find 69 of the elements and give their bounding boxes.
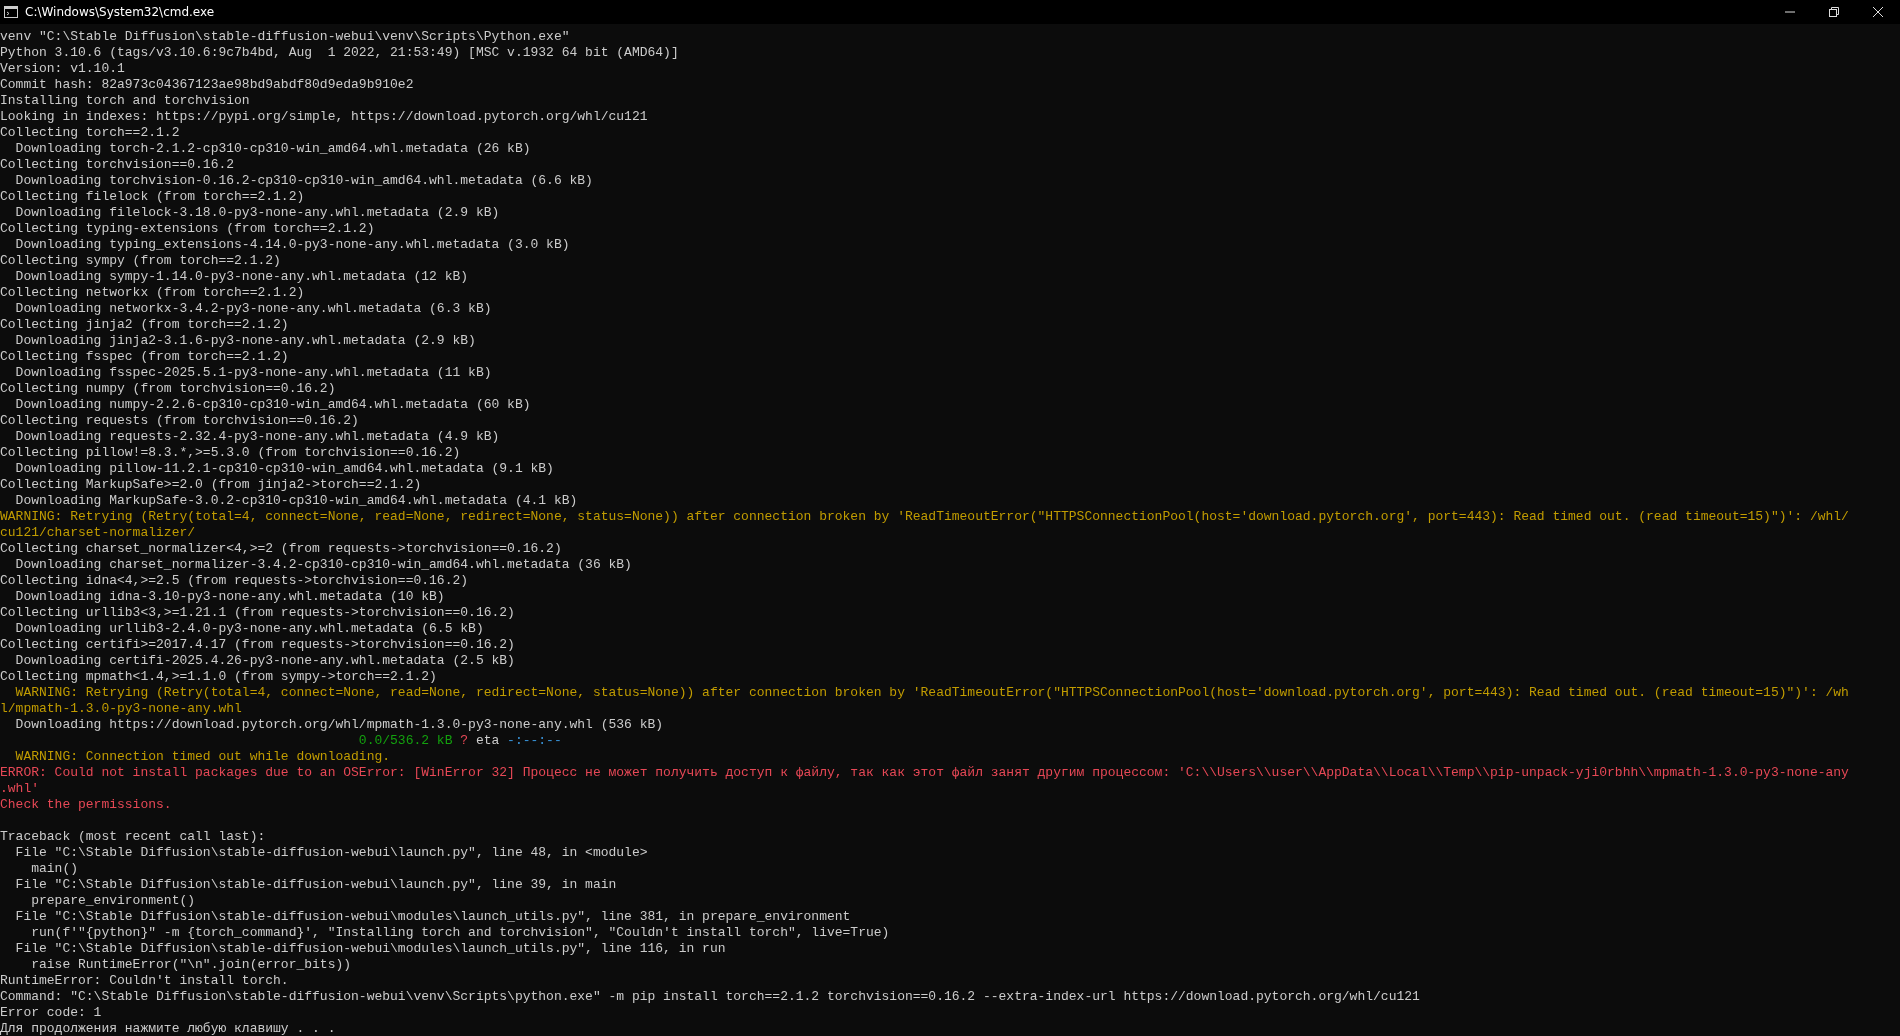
warning-line: l/mpmath-1.3.0-py3-none-any.whl (0, 701, 242, 716)
console-line: Downloading torchvision-0.16.2-cp310-cp310-win_amd64.whl.metadata (6.6 kB) (14, 173, 593, 188)
console-line: Installing torch and torchvision (0, 93, 250, 108)
console-line: Collecting pillow!=8.3.*,>=5.3.0 (from torchvision==0.16.2) (0, 445, 461, 460)
close-icon[interactable] (1872, 6, 1884, 18)
progress-amount: 0.0/536.2 kB (358, 733, 453, 749)
console-line: Downloading idna-3.10-py3-none-any.whl.metadata (10 kB) (14, 589, 445, 604)
console-line: File "C:\Stable Diffusion\stable-diffusion-webui\launch.py", line 48, in <module> (14, 845, 648, 860)
console-line: Error code: 1 (0, 1005, 102, 1020)
console-line: Downloading https://download.pytorch.org/whl/mpmath-1.3.0-py3-none-any.whl (536 kB) (14, 717, 664, 732)
eta-time: -:--:-- (507, 733, 562, 749)
console-line: Downloading fsspec-2025.5.1-py3-none-any.whl.metadata (11 kB) (14, 365, 492, 380)
console-line: prepare_environment() (30, 893, 196, 908)
warning-line: WARNING: Connection timed out while downloading. (14, 749, 391, 764)
window-title: C:\Windows\System32\cmd.exe (25, 5, 215, 19)
console-line: Collecting requests (from torchvision==0.16.2) (0, 413, 359, 428)
console-line: Downloading sympy-1.14.0-py3-none-any.whl.metadata (12 kB) (14, 269, 469, 284)
console-line: Collecting torch==2.1.2 (0, 125, 180, 140)
error-line: Check the permissions. (0, 797, 172, 812)
console-line: Collecting idna<4,>=2.5 (from requests->torchvision==0.16.2) (0, 573, 469, 588)
console-line: File "C:\Stable Diffusion\stable-diffusion-webui\modules\launch_utils.py", line 116, in run (14, 941, 726, 956)
console-line: Downloading typing_extensions-4.14.0-py3-none-any.whl.metadata (3.0 kB) (14, 237, 570, 252)
console-line: Downloading charset_normalizer-3.4.2-cp310-cp310-win_amd64.whl.metadata (36 kB) (14, 557, 632, 572)
console-line: Downloading jinja2-3.1.6-py3-none-any.whl.metadata (2.9 kB) (14, 333, 476, 348)
console-line: Collecting fsspec (from torch==2.1.2) (0, 349, 289, 364)
console-line: Collecting MarkupSafe>=2.0 (from jinja2->torch==2.1.2) (0, 477, 422, 492)
console-line: Command: "C:\Stable Diffusion\stable-diffusion-webui\venv\Scripts\python.exe" -m pip install torch==2.1.2 torchvision==0.16.2 --extra-index-url https://download.pytorch.org/whl/cu121 (0, 989, 1420, 1004)
console-icon (4, 6, 18, 18)
console-line: RuntimeError: Couldn't install torch. (0, 973, 289, 988)
console-line: Downloading networkx-3.4.2-py3-none-any.whl.metadata (6.3 kB) (14, 301, 492, 316)
console-line: Collecting filelock (from torch==2.1.2) (0, 189, 305, 204)
console-line: Version: v1.10.1 (0, 61, 125, 76)
console-line: Collecting jinja2 (from torch==2.1.2) (0, 317, 289, 332)
console-line: Downloading urllib3-2.4.0-py3-none-any.whl.metadata (6.5 kB) (14, 621, 484, 636)
console-line: Collecting sympy (from torch==2.1.2) (0, 253, 281, 268)
console-line: Downloading torch-2.1.2-cp310-cp310-win_amd64.whl.metadata (26 kB) (14, 141, 531, 156)
console-line: Collecting typing-extensions (from torch==2.1.2) (0, 221, 375, 236)
console-line: Looking in indexes: https://pypi.org/simple, https://download.pytorch.org/whl/cu121 (0, 109, 648, 124)
console-line: Python 3.10.6 (tags/v3.10.6:9c7b4bd, Aug 1 2022, 21:53:49) [MSC v.1932 64 bit (AMD64)] (0, 45, 679, 60)
console-line: Для продолжения нажмите любую клавишу . . . (0, 1021, 336, 1036)
console-line: Collecting charset_normalizer<4,>=2 (from requests->torchvision==0.16.2) (0, 541, 562, 556)
console-line: Collecting mpmath<1.4,>=1.1.0 (from sympy->torch==2.1.2) (0, 669, 437, 684)
console-line: Collecting torchvision==0.16.2 (0, 157, 235, 172)
restore-icon[interactable] (1828, 6, 1840, 18)
console-line: File "C:\Stable Diffusion\stable-diffusion-webui\modules\launch_utils.py", line 381, in prepare_environment (14, 909, 851, 924)
error-line: .whl' (0, 781, 39, 796)
console-line: Downloading MarkupSafe-3.0.2-cp310-cp310-win_amd64.whl.metadata (4.1 kB) (14, 493, 578, 508)
console-line: Collecting certifi>=2017.4.17 (from requests->torchvision==0.16.2) (0, 637, 515, 652)
console-line: File "C:\Stable Diffusion\stable-diffusion-webui\launch.py", line 39, in main (14, 877, 617, 892)
console-line: Collecting numpy (from torchvision==0.16.2) (0, 381, 336, 396)
error-line: ERROR: Could not install packages due to an OSError: [WinError 32] Процесс не может получить доступ к файлу, так как этот файл занят другим процессом: 'C:\\Users\\user\\AppData\\Local\\Temp\\pip-unpack-yji0rbhh\\mpmath-1.3.0-py3-none-any (0, 765, 1849, 780)
console-line: Downloading requests-2.32.4-py3-none-any.whl.metadata (4.9 kB) (14, 429, 500, 444)
console-line: Downloading certifi-2025.4.26-py3-none-any.whl.metadata (2.5 kB) (14, 653, 515, 668)
console-line: raise RuntimeError("\n".join(error_bits)) (30, 957, 352, 972)
console-line: Downloading numpy-2.2.6-cp310-cp310-win_amd64.whl.metadata (60 kB) (14, 397, 531, 412)
console-line: Downloading pillow-11.2.1-cp310-cp310-win_amd64.whl.metadata (9.1 kB) (14, 461, 554, 476)
warning-line: WARNING: Retrying (Retry(total=4, connect=None, read=None, redirect=None, status=None)) after connection broken by 'ReadTimeoutError("HTTPSConnectionPool(host='download.pytorch.org', port=443): Read timed out. (read timeout=15)")': /wh (14, 685, 1849, 700)
console-line: run(f'"{python}" -m {torch_command}', "Installing torch and torchvision", "Couldn't install torch", live=True) (30, 925, 890, 940)
console-line: Commit hash: 82a973c04367123ae98bd9abdf80d9eda9b910e2 (0, 77, 414, 92)
warning-line: WARNING: Retrying (Retry(total=4, connect=None, read=None, redirect=None, status=None)) after connection broken by 'ReadTimeoutError("HTTPSConnectionPool(host='download.pytorch.org', port=443): Read timed out. (read timeout=15)")': /whl/ (0, 509, 1849, 524)
eta-label: eta (475, 733, 500, 749)
console-line: Downloading filelock-3.18.0-py3-none-any.whl.metadata (2.9 kB) (14, 205, 500, 220)
console-line: Collecting networkx (from torch==2.1.2) (0, 285, 305, 300)
console-line: Collecting urllib3<3,>=1.21.1 (from requests->torchvision==0.16.2) (0, 605, 515, 620)
progress-rate: ? (460, 733, 469, 749)
console-line: venv "C:\Stable Diffusion\stable-diffusion-webui\venv\Scripts\Python.exe" (0, 29, 570, 44)
console-line: main() (30, 861, 78, 876)
console-line: Traceback (most recent call last): (0, 829, 266, 844)
warning-line: cu121/charset-normalizer/ (0, 525, 196, 540)
